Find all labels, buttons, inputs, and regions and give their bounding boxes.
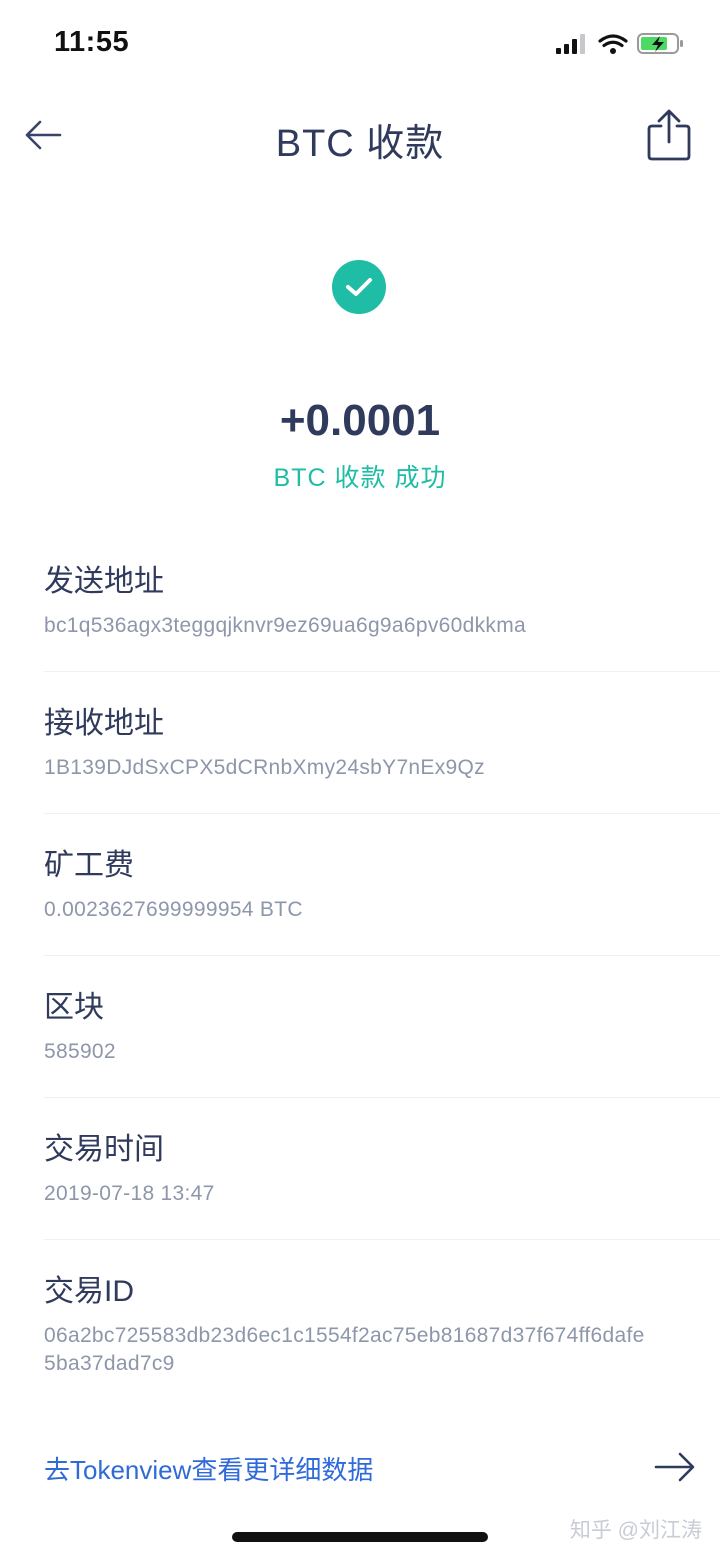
detail-label: 发送地址	[44, 565, 164, 598]
detail-label: 矿工费	[44, 849, 134, 882]
detail-value: 585902	[44, 1040, 116, 1063]
arrow-right-icon[interactable]	[652, 1444, 698, 1490]
detail-value[interactable]: bc1q536agx3teggqjknvr9ez69ua6g9a6pv60dkk…	[44, 612, 720, 640]
check-circle-icon	[332, 260, 386, 314]
home-indicator	[232, 1532, 488, 1542]
status-bar: 11:55	[0, 0, 720, 90]
detail-label: 交易ID	[44, 1275, 134, 1308]
wifi-icon	[598, 34, 628, 48]
tokenview-link[interactable]: 去Tokenview查看更详细数据	[44, 1440, 700, 1496]
transaction-details: 发送地址 bc1q536agx3teggqjknvr9ez69ua6g9a6pv…	[44, 530, 720, 1378]
detail-label: 交易时间	[44, 1133, 164, 1166]
amount: +0.0001	[279, 396, 441, 445]
detail-receiver-address: 接收地址 1B139DJdSxCPX5dCRnbXmy24sbY7nEx9Qz	[44, 672, 720, 814]
detail-transaction-time: 交易时间 2019-07-18 13:47	[44, 1098, 720, 1240]
signal-wifi-battery-icon	[556, 33, 683, 54]
watermark: 知乎 @刘江涛	[569, 1519, 702, 1542]
detail-label: 接收地址	[44, 707, 164, 740]
share-button[interactable]	[644, 108, 694, 162]
tokenview-link-text[interactable]: 去Tokenview查看更详细数据	[44, 1450, 373, 1487]
page-title: BTC 收款	[275, 123, 445, 165]
detail-value: 2019-07-18 13:47	[44, 1182, 215, 1205]
status-icons	[552, 30, 692, 60]
detail-label: 区块	[44, 991, 104, 1024]
detail-sender-address: 发送地址 bc1q536agx3teggqjknvr9ez69ua6g9a6pv…	[44, 530, 720, 672]
detail-value[interactable]: 06a2bc725583db23d6ec1c1554f2ac75eb81687d…	[44, 1322, 720, 1378]
signal-icon	[556, 48, 561, 54]
nav-bar: BTC 收款	[0, 90, 720, 180]
detail-value: 0.0023627699999954 BTC	[44, 898, 303, 921]
detail-block: 区块 585902	[44, 956, 720, 1098]
status-time: 11:55	[54, 26, 130, 58]
detail-value[interactable]: 1B139DJdSxCPX5dCRnbXmy24sbY7nEx9Qz	[44, 754, 720, 782]
detail-transaction-id: 交易ID 06a2bc725583db23d6ec1c1554f2ac75eb8…	[44, 1240, 720, 1378]
battery-icon	[637, 33, 683, 54]
transaction-status: BTC 收款 成功	[273, 464, 447, 492]
detail-miner-fee: 矿工费 0.0023627699999954 BTC	[44, 814, 720, 956]
share-icon	[647, 109, 691, 161]
